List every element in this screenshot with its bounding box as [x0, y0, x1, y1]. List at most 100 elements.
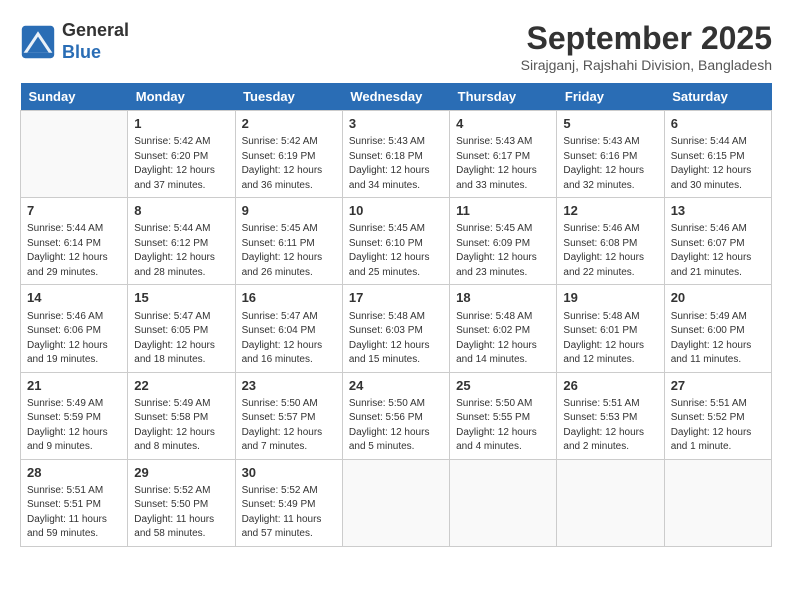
calendar-cell: 25Sunrise: 5:50 AM Sunset: 5:55 PM Dayli… — [450, 372, 557, 459]
day-number: 1 — [134, 115, 228, 133]
day-number: 21 — [27, 377, 121, 395]
location: Sirajganj, Rajshahi Division, Bangladesh — [521, 57, 772, 73]
calendar-cell: 14 Sunrise: 5:46 AM Sunset: 6:06 PM Dayli… — [21, 285, 128, 372]
day-number: 3 — [349, 115, 443, 133]
calendar-cell: 3 Sunrise: 5:43 AM Sunset: 6:18 PM Daylig… — [342, 111, 449, 198]
day-number: 27 — [671, 377, 765, 395]
day-number: 20 — [671, 289, 765, 307]
calendar-cell: 23 Sunrise: 5:50 AM Sunset: 5:57 PM Dayli… — [235, 372, 342, 459]
day-number: 7 — [27, 202, 121, 220]
day-number: 12 — [563, 202, 657, 220]
calendar-cell: 8 Sunrise: 5:44 AM Sunset: 6:12 PM Daylig… — [128, 198, 235, 285]
calendar-cell: 20 Sunrise: 5:49 AM Sunset: 6:00 PM Dayli… — [664, 285, 771, 372]
calendar-cell: 24 Sunrise: 5:50 AM Sunset: 5:56 PM Dayli… — [342, 372, 449, 459]
cell-info: Sunrise: 5:42 AM Sunset: 6:19 PM Dayligh… — [242, 135, 336, 193]
day-number: 4 — [456, 115, 550, 133]
calendar-cell: 11 Sunrise: 5:45 AM Sunset: 6:09 PM Dayli… — [450, 198, 557, 285]
day-number: 11 — [456, 202, 550, 220]
calendar-cell: 18Sunrise: 5:48 AM Sunset: 6:02 PM Dayli… — [450, 285, 557, 372]
cell-info: Sunrise: 5:43 AM Sunset: 6:18 PM Dayligh… — [349, 135, 443, 193]
cell-info: Sunrise: 5:48 AM Sunset: 6:01 PM Dayligh… — [563, 310, 657, 368]
calendar-cell: 12 Sunrise: 5:46 AM Sunset: 6:08 PM Dayli… — [557, 198, 664, 285]
day-number: 23 — [242, 377, 336, 395]
calendar-cell: 15 Sunrise: 5:47 AM Sunset: 6:05 PM Dayli… — [128, 285, 235, 372]
cell-info: Sunrise: 5:50 AM Sunset: 5:55 PM Dayligh… — [456, 397, 550, 455]
cell-info: Sunrise: 5:48 AM Sunset: 6:03 PM Dayligh… — [349, 310, 443, 368]
calendar-week-2: 7 Sunrise: 5:44 AM Sunset: 6:14 PM Daylig… — [21, 198, 772, 285]
cell-info: Sunrise: 5:49 AM Sunset: 6:00 PM Dayligh… — [671, 310, 765, 368]
weekday-header-friday: Friday — [557, 83, 664, 111]
cell-info: Sunrise: 5:46 AM Sunset: 6:08 PM Dayligh… — [563, 222, 657, 280]
weekday-header-tuesday: Tuesday — [235, 83, 342, 111]
cell-info: Sunrise: 5:47 AM Sunset: 6:05 PM Dayligh… — [134, 310, 228, 368]
calendar-cell: 22 Sunrise: 5:49 AM Sunset: 5:58 PM Dayli… — [128, 372, 235, 459]
day-number: 26 — [563, 377, 657, 395]
calendar-cell: 17 Sunrise: 5:48 AM Sunset: 6:03 PM Dayli… — [342, 285, 449, 372]
page-header: General Blue September 2025 Sirajganj, R… — [20, 20, 772, 73]
logo: General Blue — [20, 20, 129, 63]
day-number: 28 — [27, 464, 121, 482]
day-number: 6 — [671, 115, 765, 133]
day-number: 15 — [134, 289, 228, 307]
calendar-cell: 19 Sunrise: 5:48 AM Sunset: 6:01 PM Dayli… — [557, 285, 664, 372]
weekday-header-wednesday: Wednesday — [342, 83, 449, 111]
cell-info: Sunrise: 5:44 AM Sunset: 6:12 PM Dayligh… — [134, 222, 228, 280]
calendar-table: SundayMondayTuesdayWednesdayThursdayFrid… — [20, 83, 772, 547]
cell-info: Sunrise: 5:51 AM Sunset: 5:52 PM Dayligh… — [671, 397, 765, 455]
cell-info: Sunrise: 5:51 AM Sunset: 5:51 PM Dayligh… — [27, 484, 121, 542]
weekday-header-saturday: Saturday — [664, 83, 771, 111]
calendar-cell: 21 Sunrise: 5:49 AM Sunset: 5:59 PM Dayli… — [21, 372, 128, 459]
calendar-week-1: 1 Sunrise: 5:42 AM Sunset: 6:20 PM Daylig… — [21, 111, 772, 198]
cell-info: Sunrise: 5:46 AM Sunset: 6:07 PM Dayligh… — [671, 222, 765, 280]
logo-blue: Blue — [62, 42, 101, 62]
title-block: September 2025 Sirajganj, Rajshahi Divis… — [521, 20, 772, 73]
day-number: 2 — [242, 115, 336, 133]
cell-info: Sunrise: 5:52 AM Sunset: 5:49 PM Dayligh… — [242, 484, 336, 542]
day-number: 13 — [671, 202, 765, 220]
cell-info: Sunrise: 5:45 AM Sunset: 6:10 PM Dayligh… — [349, 222, 443, 280]
day-number: 16 — [242, 289, 336, 307]
calendar-cell — [664, 459, 771, 546]
calendar-week-4: 21 Sunrise: 5:49 AM Sunset: 5:59 PM Dayli… — [21, 372, 772, 459]
logo-general: General — [62, 20, 129, 40]
calendar-cell: 27 Sunrise: 5:51 AM Sunset: 5:52 PM Dayli… — [664, 372, 771, 459]
cell-info: Sunrise: 5:46 AM Sunset: 6:06 PM Dayligh… — [27, 310, 121, 368]
cell-info: Sunrise: 5:43 AM Sunset: 6:17 PM Dayligh… — [456, 135, 550, 193]
calendar-cell: 28 Sunrise: 5:51 AM Sunset: 5:51 PM Dayli… — [21, 459, 128, 546]
cell-info: Sunrise: 5:49 AM Sunset: 5:58 PM Dayligh… — [134, 397, 228, 455]
cell-info: Sunrise: 5:44 AM Sunset: 6:14 PM Dayligh… — [27, 222, 121, 280]
cell-info: Sunrise: 5:52 AM Sunset: 5:50 PM Dayligh… — [134, 484, 228, 542]
cell-info: Sunrise: 5:51 AM Sunset: 5:53 PM Dayligh… — [563, 397, 657, 455]
cell-info: Sunrise: 5:42 AM Sunset: 6:20 PM Dayligh… — [134, 135, 228, 193]
weekday-header-thursday: Thursday — [450, 83, 557, 111]
cell-info: Sunrise: 5:44 AM Sunset: 6:15 PM Dayligh… — [671, 135, 765, 193]
weekday-header-monday: Monday — [128, 83, 235, 111]
cell-info: Sunrise: 5:50 AM Sunset: 5:57 PM Dayligh… — [242, 397, 336, 455]
day-number: 29 — [134, 464, 228, 482]
day-number: 24 — [349, 377, 443, 395]
weekday-header-row: SundayMondayTuesdayWednesdayThursdayFrid… — [21, 83, 772, 111]
calendar-cell: 26 Sunrise: 5:51 AM Sunset: 5:53 PM Dayli… — [557, 372, 664, 459]
cell-info: Sunrise: 5:48 AM Sunset: 6:02 PM Dayligh… — [456, 310, 550, 368]
day-number: 22 — [134, 377, 228, 395]
calendar-cell: 16 Sunrise: 5:47 AM Sunset: 6:04 PM Dayli… — [235, 285, 342, 372]
day-number: 19 — [563, 289, 657, 307]
calendar-cell — [557, 459, 664, 546]
day-number: 14 — [27, 289, 121, 307]
day-number: 8 — [134, 202, 228, 220]
cell-info: Sunrise: 5:47 AM Sunset: 6:04 PM Dayligh… — [242, 310, 336, 368]
day-number: 5 — [563, 115, 657, 133]
logo-icon — [20, 24, 56, 60]
day-number: 9 — [242, 202, 336, 220]
cell-info: Sunrise: 5:45 AM Sunset: 6:09 PM Dayligh… — [456, 222, 550, 280]
cell-info: Sunrise: 5:49 AM Sunset: 5:59 PM Dayligh… — [27, 397, 121, 455]
calendar-cell: 6 Sunrise: 5:44 AM Sunset: 6:15 PM Daylig… — [664, 111, 771, 198]
calendar-cell: 5Sunrise: 5:43 AM Sunset: 6:16 PM Daylig… — [557, 111, 664, 198]
day-number: 17 — [349, 289, 443, 307]
calendar-cell — [21, 111, 128, 198]
cell-info: Sunrise: 5:50 AM Sunset: 5:56 PM Dayligh… — [349, 397, 443, 455]
calendar-cell — [342, 459, 449, 546]
day-number: 10 — [349, 202, 443, 220]
calendar-cell: 9Sunrise: 5:45 AM Sunset: 6:11 PM Daylig… — [235, 198, 342, 285]
calendar-cell: 13 Sunrise: 5:46 AM Sunset: 6:07 PM Dayli… — [664, 198, 771, 285]
